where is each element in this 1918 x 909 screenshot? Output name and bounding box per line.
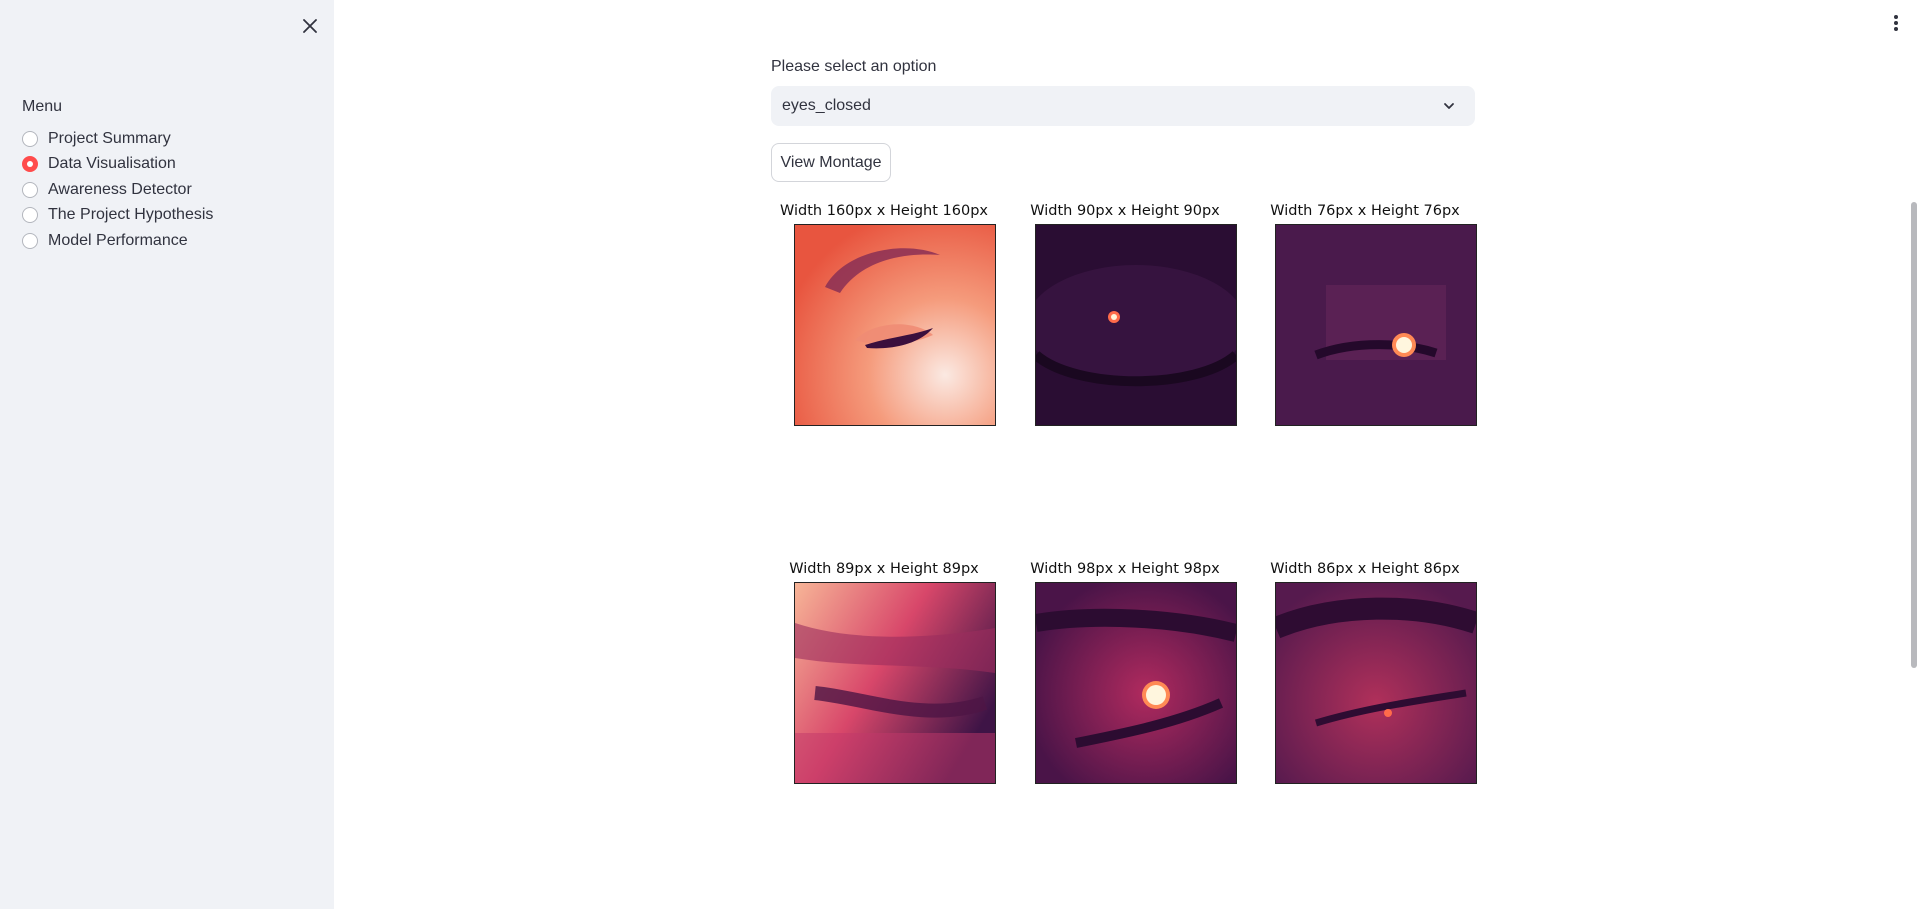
close-icon bbox=[303, 19, 317, 33]
menu-option-label: Project Summary bbox=[48, 129, 171, 147]
sidebar: Menu Project Summary Data Visualisation … bbox=[0, 0, 334, 909]
eye-image bbox=[1275, 224, 1477, 426]
image-caption: Width 98px x Height 98px bbox=[1030, 561, 1220, 577]
radio-icon bbox=[22, 130, 38, 147]
image-caption: Width 90px x Height 90px bbox=[1030, 203, 1220, 219]
menu-option-data-visualisation[interactable]: Data Visualisation bbox=[22, 152, 213, 178]
eye-image bbox=[1275, 582, 1477, 784]
montage-tile: Width 89px x Height 89px bbox=[779, 559, 996, 784]
montage-tile: Width 90px x Height 90px bbox=[1020, 201, 1237, 426]
scrollbar[interactable] bbox=[1911, 202, 1917, 668]
select-label: Please select an option bbox=[771, 58, 937, 75]
menu-option-model-performance[interactable]: Model Performance bbox=[22, 228, 213, 254]
image-caption: Width 89px x Height 89px bbox=[789, 561, 979, 577]
menu-radio-group: Project Summary Data Visualisation Aware… bbox=[22, 126, 213, 254]
eye-image bbox=[794, 582, 996, 784]
radio-selected-icon bbox=[22, 156, 38, 173]
menu-option-project-hypothesis[interactable]: The Project Hypothesis bbox=[22, 203, 213, 229]
select-value: eyes_closed bbox=[782, 97, 871, 114]
view-montage-button[interactable]: View Montage bbox=[771, 143, 891, 182]
menu-option-label: The Project Hypothesis bbox=[48, 206, 214, 224]
option-select[interactable]: eyes_closed bbox=[771, 86, 1475, 126]
image-caption: Width 160px x Height 160px bbox=[780, 203, 988, 219]
menu-option-awareness-detector[interactable]: Awareness Detector bbox=[22, 177, 213, 203]
more-vertical-icon bbox=[1894, 15, 1898, 31]
montage-tile: Width 76px x Height 76px bbox=[1260, 201, 1477, 426]
eye-image bbox=[1035, 224, 1237, 426]
close-sidebar-button[interactable] bbox=[296, 12, 324, 40]
menu-option-label: Data Visualisation bbox=[48, 155, 176, 173]
menu-option-label: Awareness Detector bbox=[48, 180, 192, 198]
menu-label: Menu bbox=[22, 98, 63, 115]
menu-option-label: Model Performance bbox=[48, 231, 188, 249]
montage-tile: Width 160px x Height 160px bbox=[779, 201, 996, 426]
eye-image bbox=[794, 224, 996, 426]
main-menu-button[interactable] bbox=[1882, 12, 1910, 34]
menu-option-project-summary[interactable]: Project Summary bbox=[22, 126, 213, 152]
chevron-down-icon bbox=[1444, 103, 1454, 109]
image-caption: Width 76px x Height 76px bbox=[1270, 203, 1460, 219]
radio-icon bbox=[22, 181, 38, 198]
montage-tile: Width 86px x Height 86px bbox=[1260, 559, 1477, 784]
radio-icon bbox=[22, 232, 38, 249]
eye-image bbox=[1035, 582, 1237, 784]
image-caption: Width 86px x Height 86px bbox=[1270, 561, 1460, 577]
montage-tile: Width 98px x Height 98px bbox=[1020, 559, 1237, 784]
radio-icon bbox=[22, 207, 38, 224]
